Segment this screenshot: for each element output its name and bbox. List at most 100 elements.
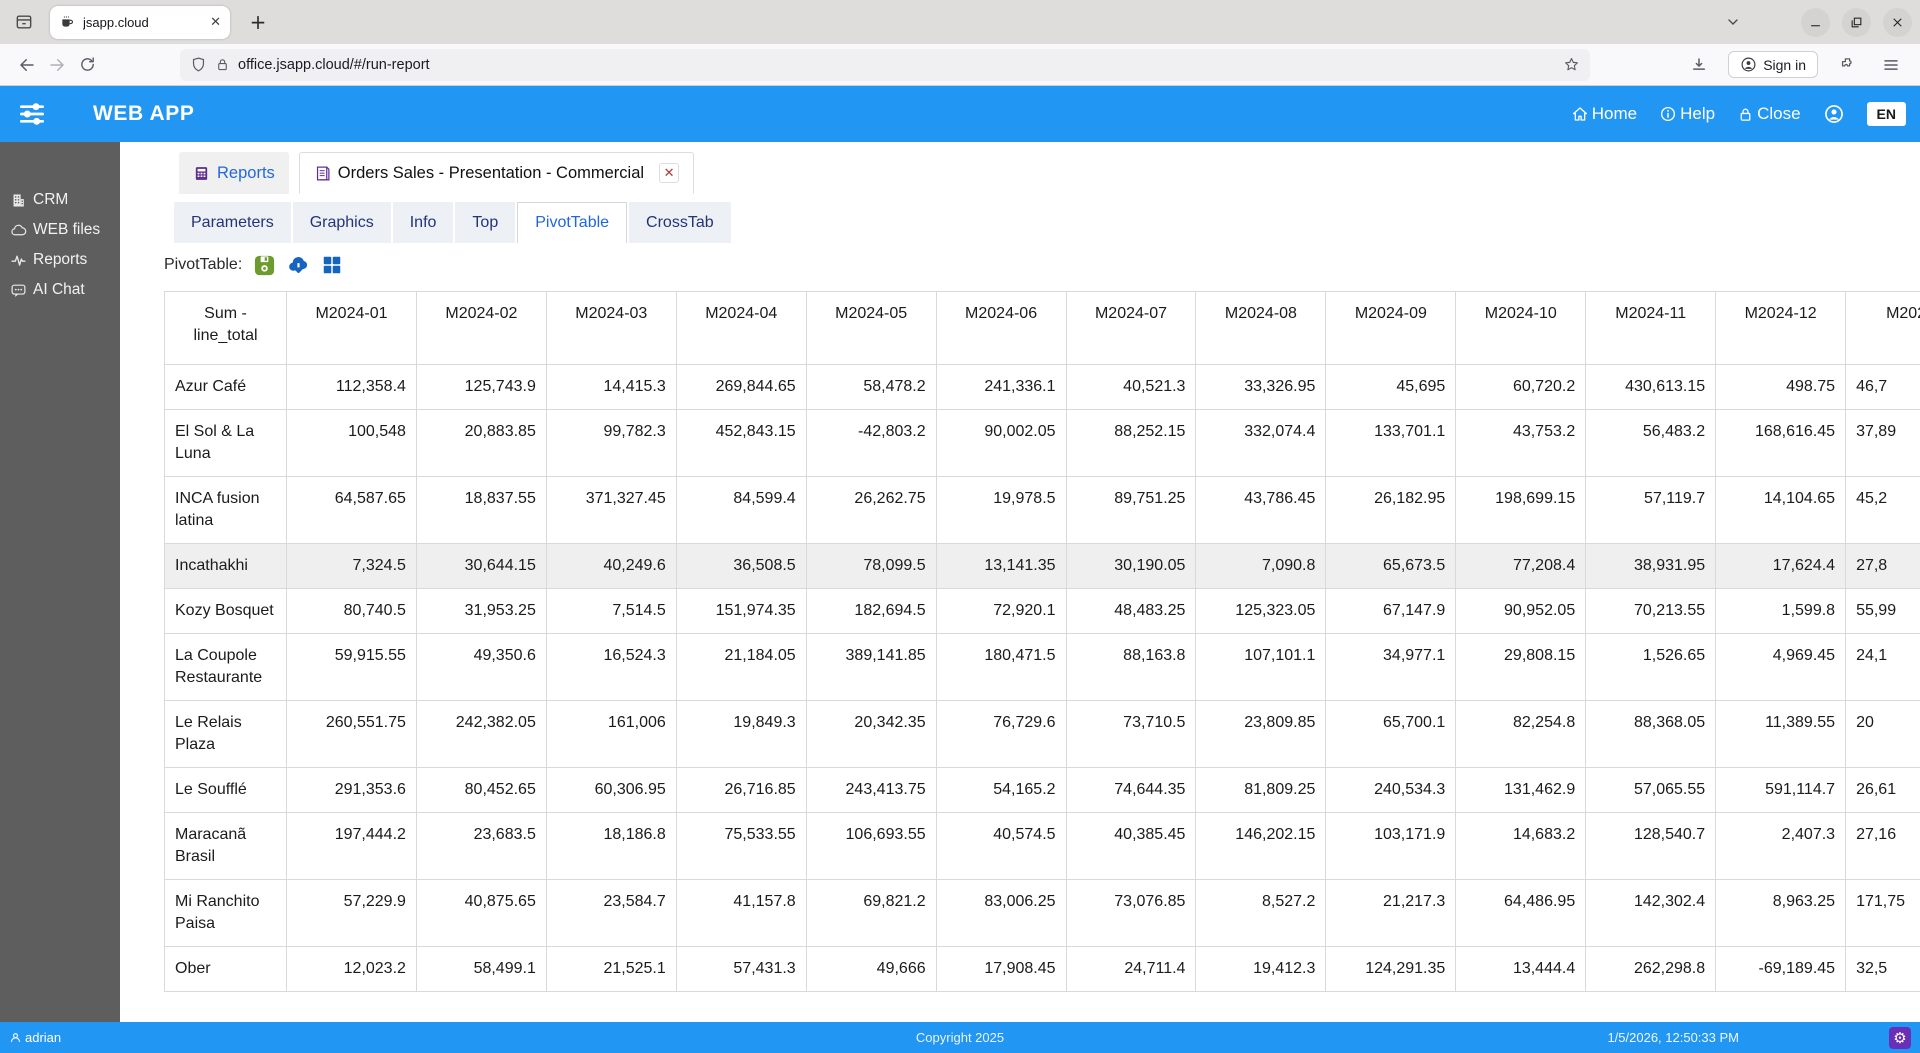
cell-value: 89,751.25 xyxy=(1065,476,1197,544)
cell-value: 41,157.8 xyxy=(675,879,807,947)
cell-value: -69,189.45 xyxy=(1715,946,1847,992)
table-row: Le Relais Plaza 260,551.75 242,382.05 161,0… xyxy=(164,700,1920,768)
firefox-view-icon[interactable] xyxy=(10,8,38,36)
tab-parameters[interactable]: Parameters xyxy=(174,202,291,243)
cell-value: 77,208.4 xyxy=(1455,543,1587,589)
table-row: El Sol & La Luna 100,548 20,883.85 99,782.3… xyxy=(164,409,1920,477)
cell-value: 198,699.15 xyxy=(1455,476,1587,544)
table-row: INCA fusion latina 64,587.65 18,837.55 371,… xyxy=(164,476,1920,544)
save-icon[interactable] xyxy=(253,254,276,277)
cell-value: 73,076.85 xyxy=(1065,879,1197,947)
cell-value: 26,182.95 xyxy=(1325,476,1457,544)
doc-tab-close-icon[interactable]: ✕ xyxy=(659,163,680,183)
bookmark-star-icon[interactable] xyxy=(1563,56,1580,73)
cell-value: 76,729.6 xyxy=(935,700,1067,768)
cell-value: 49,350.6 xyxy=(415,633,547,701)
doc-tab-reports[interactable]: Reports xyxy=(179,152,289,194)
cell-value: 21,525.1 xyxy=(545,946,677,992)
cell-value: 45,695 xyxy=(1325,364,1457,410)
pivot-toolbar: PivotTable: xyxy=(164,253,1920,277)
tab-close-icon[interactable]: ✕ xyxy=(210,15,221,30)
doc-tab-orders-sales[interactable]: Orders Sales - Presentation - Commercial… xyxy=(298,152,695,194)
cell-value: 16,524.3 xyxy=(545,633,677,701)
cell-value: 240,534.3 xyxy=(1325,767,1457,813)
tab-top[interactable]: Top xyxy=(455,202,516,243)
cell-value: 19,849.3 xyxy=(675,700,807,768)
browser-tab[interactable]: jsapp.cloud ✕ xyxy=(50,5,230,39)
cell-value: 8,527.2 xyxy=(1195,879,1327,947)
maximize-button[interactable] xyxy=(1842,7,1871,37)
cell-value: 168,616.45 xyxy=(1715,409,1847,477)
tab-graphics[interactable]: Graphics xyxy=(292,202,391,243)
language-selector[interactable]: EN xyxy=(1866,102,1906,126)
tab-crosstab[interactable]: CrossTab xyxy=(629,202,731,243)
row-label: Maracanã Brasil xyxy=(164,812,287,880)
row-label: Kozy Bosquet xyxy=(164,588,287,634)
browser-toolbar: office.jsapp.cloud/#/run-report Sign in xyxy=(0,44,1920,86)
tracking-shield-icon[interactable] xyxy=(190,56,207,73)
pivot-column-header: M2024-10 xyxy=(1455,291,1587,365)
extensions-icon[interactable] xyxy=(1832,50,1862,80)
cloud-download-icon[interactable] xyxy=(287,254,310,277)
menu-icon[interactable] xyxy=(1876,50,1906,80)
cell-value: 65,700.1 xyxy=(1325,700,1457,768)
cell-value: 54,165.2 xyxy=(935,767,1067,813)
pivot-toolbar-label: PivotTable: xyxy=(164,256,243,273)
row-label: Incathakhi xyxy=(164,543,287,589)
settings-gear-icon[interactable]: ⚙ xyxy=(1889,1026,1911,1049)
cell-value: 69,821.2 xyxy=(805,879,937,947)
cell-value: 40,521.3 xyxy=(1065,364,1197,410)
tab-pivottable[interactable]: PivotTable xyxy=(517,202,628,243)
cell-value: 14,415.3 xyxy=(545,364,677,410)
home-button[interactable]: Home xyxy=(1571,104,1637,124)
tabs-list-chevron-icon[interactable] xyxy=(1719,8,1747,36)
cell-value: 60,720.2 xyxy=(1455,364,1587,410)
site-favicon-coffee-icon xyxy=(59,14,75,30)
back-button[interactable] xyxy=(12,50,42,80)
sidebar-item-web-files[interactable]: WEB files xyxy=(8,216,112,244)
new-tab-button[interactable]: + xyxy=(244,10,272,34)
downloads-icon[interactable] xyxy=(1684,50,1714,80)
grid-icon[interactable] xyxy=(321,254,344,277)
row-label: INCA fusion latina xyxy=(164,476,287,544)
copyright-text: Copyright 2025 xyxy=(915,1030,1005,1045)
status-bar: adrian Copyright 2025 1/5/2026, 12:50:33… xyxy=(0,1022,1920,1053)
minimize-button[interactable] xyxy=(1801,7,1830,37)
lock-icon[interactable] xyxy=(215,57,230,72)
tab-info[interactable]: Info xyxy=(392,202,454,243)
cell-value: 73,710.5 xyxy=(1065,700,1197,768)
account-icon[interactable] xyxy=(1823,103,1845,125)
cell-value: 19,412.3 xyxy=(1195,946,1327,992)
cell-value: 142,302.4 xyxy=(1585,879,1717,947)
menu-sliders-icon[interactable] xyxy=(16,98,48,130)
sign-in-button[interactable]: Sign in xyxy=(1728,51,1818,78)
forward-button[interactable] xyxy=(42,50,72,80)
app-title: WEB APP xyxy=(93,102,195,125)
sidebar-item-ai-chat[interactable]: AI Chat xyxy=(8,276,112,304)
cell-value: 112,358.4 xyxy=(286,364,417,410)
table-row: Azur Café 112,358.4 125,743.9 14,415.3 269,8… xyxy=(164,364,1920,410)
cell-value: 58,478.2 xyxy=(805,364,937,410)
pivot-column-header: M2024-06 xyxy=(935,291,1067,365)
cell-value: 80,452.65 xyxy=(415,767,547,813)
close-session-button[interactable]: Close xyxy=(1737,104,1801,124)
sidebar-item-reports[interactable]: Reports xyxy=(8,246,112,274)
sidebar-item-crm[interactable]: CRM xyxy=(8,186,112,214)
doc-tab-orders-label: Orders Sales - Presentation - Commercial xyxy=(337,163,645,182)
cell-value: 241,336.1 xyxy=(935,364,1067,410)
cell-value: 60,306.95 xyxy=(545,767,677,813)
cell-value: 7,514.5 xyxy=(545,588,677,634)
cell-value: 65,673.5 xyxy=(1325,543,1457,589)
url-field[interactable]: office.jsapp.cloud/#/run-report xyxy=(180,48,1590,81)
pivot-column-header: M2024-01 xyxy=(286,291,417,365)
reload-button[interactable] xyxy=(72,50,102,80)
cell-value: 82,254.8 xyxy=(1455,700,1587,768)
close-window-button[interactable] xyxy=(1883,7,1912,37)
help-button[interactable]: Help xyxy=(1659,104,1715,124)
cell-value: 7,324.5 xyxy=(286,543,417,589)
pivot-column-header: M2024-11 xyxy=(1585,291,1717,365)
cell-value: 371,327.45 xyxy=(545,476,677,544)
pivot-column-header: M2024-07 xyxy=(1065,291,1197,365)
calculator-icon xyxy=(195,166,208,180)
url-text[interactable]: office.jsapp.cloud/#/run-report xyxy=(238,57,1555,73)
